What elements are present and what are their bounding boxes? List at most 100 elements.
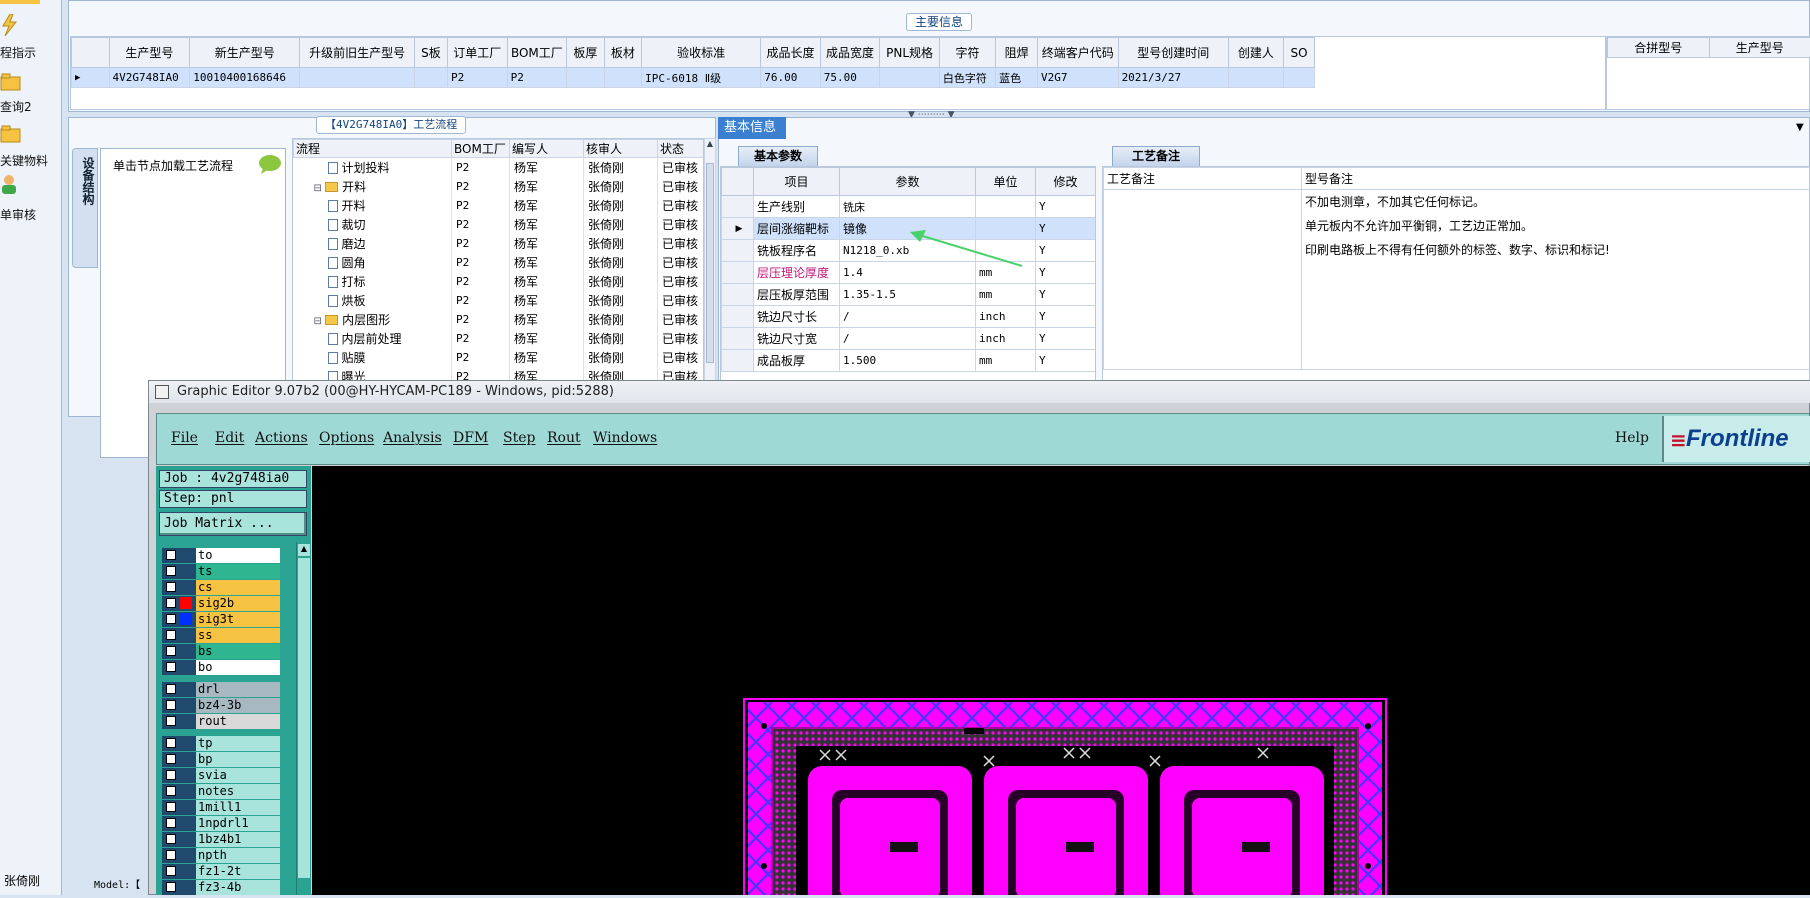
col-15[interactable]: 终端客户代码: [1038, 38, 1119, 68]
param-row[interactable]: 铣边尺寸长/inchY: [722, 306, 1096, 328]
param-row[interactable]: 层压板厚范围1.35-1.5mmY: [722, 284, 1096, 306]
layer-name[interactable]: bp: [196, 752, 280, 767]
layer-checkbox[interactable]: [166, 738, 176, 748]
layer-scrollbar[interactable]: ▲: [296, 542, 310, 895]
layer-row[interactable]: to: [162, 548, 280, 563]
flow-node[interactable]: 内层前处理: [294, 329, 452, 348]
param-value[interactable]: 铣床: [840, 196, 976, 218]
layer-row[interactable]: bs: [162, 644, 280, 659]
param-value[interactable]: 1.35-1.5: [840, 284, 976, 306]
layer-name[interactable]: sig2b: [196, 596, 280, 611]
flow-row[interactable]: 圆角P2杨军张倚刚已审核: [294, 253, 705, 272]
col-17[interactable]: 创建人: [1228, 38, 1283, 68]
main-cell[interactable]: [1228, 68, 1283, 88]
layer-row[interactable]: notes: [162, 784, 280, 799]
layer-checkbox[interactable]: [166, 684, 176, 694]
layer-row[interactable]: bo: [162, 660, 280, 675]
col-model-remark[interactable]: 型号备注: [1302, 168, 1810, 190]
main-cell[interactable]: [300, 68, 415, 88]
flow-col-1[interactable]: 流程: [294, 140, 452, 158]
layer-name[interactable]: tp: [196, 736, 280, 751]
param-value[interactable]: 1.500: [840, 350, 976, 372]
layer-row[interactable]: tp: [162, 736, 280, 751]
flow-node[interactable]: 圆角: [294, 253, 452, 272]
main-cell[interactable]: 75.00: [820, 68, 880, 88]
main-cell[interactable]: [1283, 68, 1314, 88]
layer-name[interactable]: svia: [196, 768, 280, 783]
sidebar-item-flow[interactable]: 程指示: [0, 44, 60, 61]
sidebar-item-query2[interactable]: 查询2: [0, 98, 60, 115]
menu-windows[interactable]: Windows: [593, 430, 657, 446]
layer-name[interactable]: cs: [196, 580, 280, 595]
sidebar-item-key-material[interactable]: 关键物料: [0, 152, 60, 169]
collapse-icon[interactable]: ▼: [1796, 122, 1804, 133]
layer-name[interactable]: notes: [196, 784, 280, 799]
collapse-toggle-icon[interactable]: ⊟: [314, 183, 326, 194]
flow-node[interactable]: 裁切: [294, 215, 452, 234]
col-4[interactable]: S板: [414, 38, 447, 68]
layer-name[interactable]: drl: [196, 682, 280, 697]
layer-checkbox[interactable]: [166, 716, 176, 726]
layer-name[interactable]: to: [196, 548, 280, 563]
layer-checkbox[interactable]: [166, 550, 176, 560]
flow-row[interactable]: 打标P2杨军张倚刚已审核: [294, 272, 705, 291]
layer-row[interactable]: 1npdrl1: [162, 816, 280, 831]
flow-node[interactable]: 打标: [294, 272, 452, 291]
param-row[interactable]: 生产线别铣床Y: [722, 196, 1096, 218]
layer-checkbox[interactable]: [166, 882, 176, 892]
menu-step[interactable]: Step: [503, 430, 535, 446]
param-value[interactable]: /: [840, 306, 976, 328]
flow-row[interactable]: 裁切P2杨军张倚刚已审核: [294, 215, 705, 234]
layer-row[interactable]: rout: [162, 714, 280, 729]
flow-col-2[interactable]: BOM工厂: [452, 140, 510, 158]
menu-options[interactable]: Options: [319, 430, 374, 446]
main-cell[interactable]: 蓝色: [996, 68, 1038, 88]
layer-row[interactable]: svia: [162, 768, 280, 783]
flow-node[interactable]: 贴膜: [294, 348, 452, 367]
col-prod-model[interactable]: 生产型号: [1709, 38, 1810, 58]
menu-actions[interactable]: Actions: [255, 430, 308, 446]
layer-checkbox[interactable]: [166, 770, 176, 780]
layer-checkbox[interactable]: [166, 866, 176, 876]
tab-process-remarks[interactable]: 工艺备注: [1112, 146, 1200, 166]
flow-node[interactable]: 开料: [294, 196, 452, 215]
main-cell[interactable]: 白色字符: [939, 68, 995, 88]
layer-checkbox[interactable]: [166, 582, 176, 592]
model-remark-cell[interactable]: 不加电测章，不加其它任何标记。 单元板内不允许加平衡铜，工艺边正常加。 印刷电路…: [1302, 190, 1810, 370]
layer-checkbox[interactable]: [166, 818, 176, 828]
col-12[interactable]: PNL规格: [880, 38, 940, 68]
main-cell[interactable]: [604, 68, 642, 88]
flow-node[interactable]: ⊟ 开料: [294, 177, 452, 196]
flow-col-5[interactable]: 状态: [658, 140, 705, 158]
layer-checkbox[interactable]: [166, 834, 176, 844]
col-3[interactable]: 升级前旧生产型号: [300, 38, 415, 68]
flow-node[interactable]: 烘板: [294, 291, 452, 310]
layer-checkbox[interactable]: [166, 802, 176, 812]
sidebar-item-review[interactable]: 单审核: [0, 206, 60, 223]
col-2[interactable]: 新生产型号: [190, 38, 300, 68]
collapse-toggle-icon[interactable]: ⊟: [314, 316, 326, 327]
menu-rout[interactable]: Rout: [547, 430, 581, 446]
col-8[interactable]: 板材: [604, 38, 642, 68]
main-cell[interactable]: 76.00: [761, 68, 821, 88]
param-col-1[interactable]: 项目: [754, 168, 840, 196]
flow-node[interactable]: 磨边: [294, 234, 452, 253]
flow-row[interactable]: 贴膜P2杨军张倚刚已审核: [294, 348, 705, 367]
main-cell[interactable]: [880, 68, 940, 88]
layer-name[interactable]: fz3-4b: [196, 880, 280, 895]
layer-row[interactable]: ss: [162, 628, 280, 643]
layer-row[interactable]: bz4-3b: [162, 698, 280, 713]
flow-row[interactable]: 烘板P2杨军张倚刚已审核: [294, 291, 705, 310]
param-col-3[interactable]: 单位: [976, 168, 1036, 196]
col-5[interactable]: 订单工厂: [448, 38, 508, 68]
editor-title-bar[interactable]: Graphic Editor 9.07b2 (00@HY-HYCAM-PC189…: [149, 381, 1810, 403]
layer-name[interactable]: rout: [196, 714, 280, 729]
layer-checkbox[interactable]: [166, 754, 176, 764]
flow-row[interactable]: ⊟ 内层图形P2杨军张倚刚已审核: [294, 310, 705, 329]
main-cell[interactable]: [567, 68, 605, 88]
flow-row[interactable]: 开料P2杨军张倚刚已审核: [294, 196, 705, 215]
layer-row[interactable]: npth: [162, 848, 280, 863]
layer-name[interactable]: ts: [196, 564, 280, 579]
main-cell[interactable]: [414, 68, 447, 88]
tab-equipment-structure[interactable]: 设备结构: [72, 148, 98, 268]
